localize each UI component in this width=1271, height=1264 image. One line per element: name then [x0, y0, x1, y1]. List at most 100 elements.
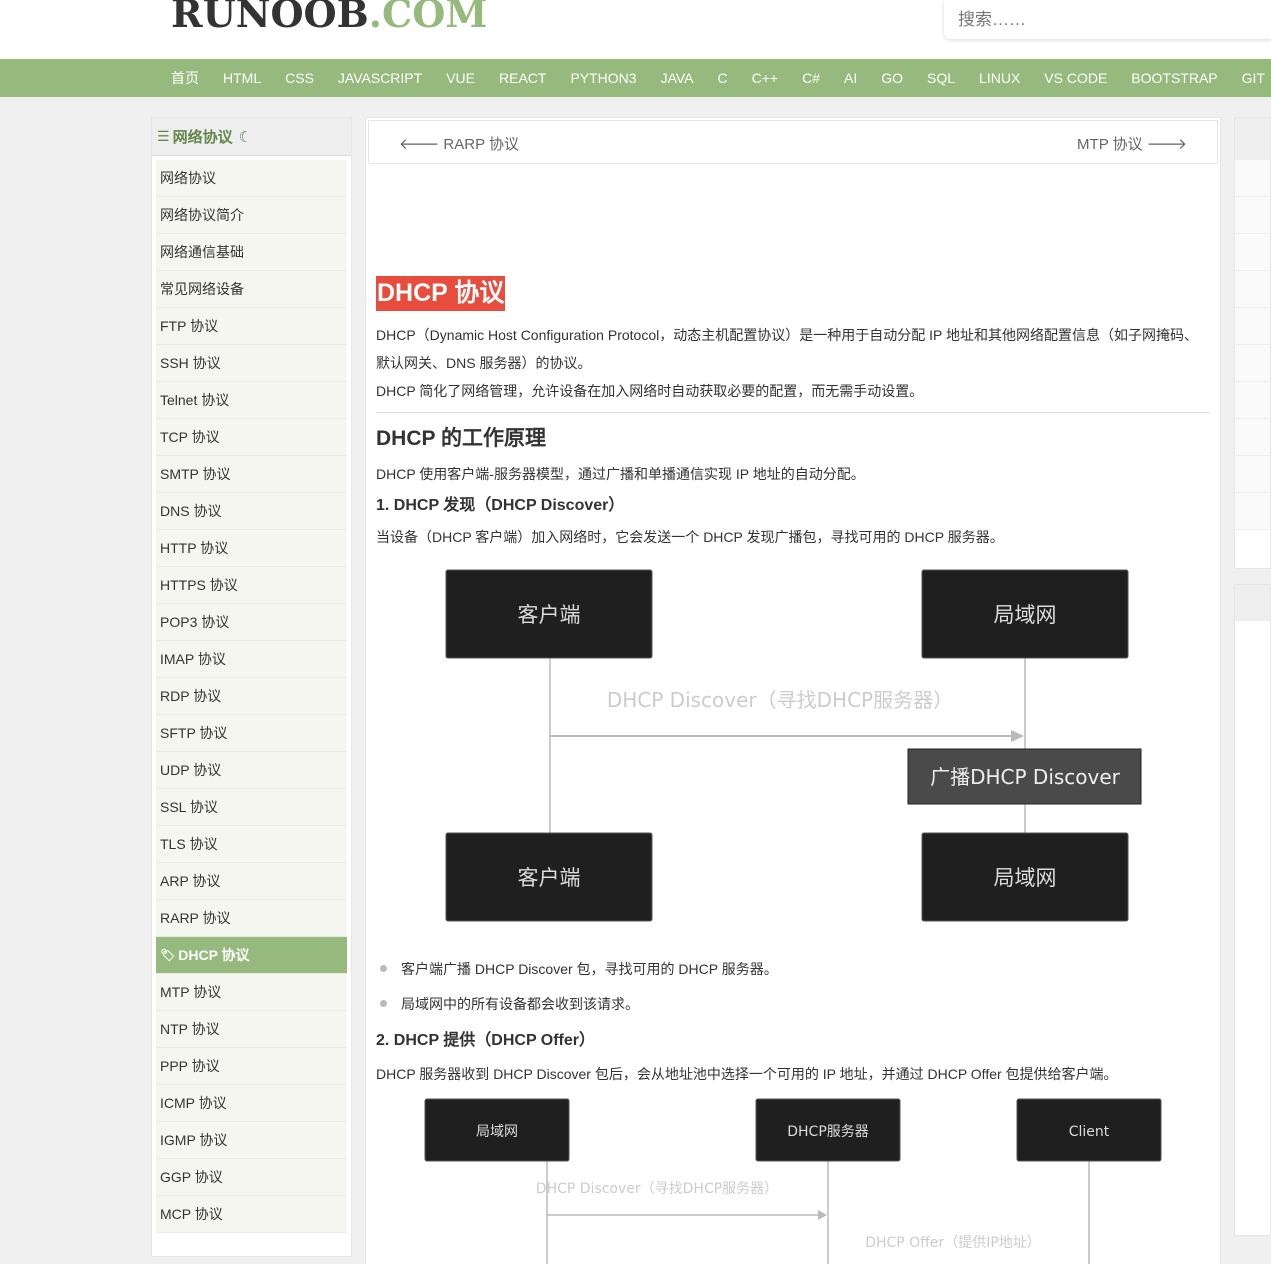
sidebar-item-label: RARP 协议 — [160, 910, 231, 926]
sidebar-item-label: PPP 协议 — [160, 1058, 220, 1074]
list-item — [1235, 493, 1270, 530]
sidebar-item[interactable]: NTP 协议 — [156, 1011, 347, 1048]
step1-heading: 1. DHCP 发现（DHCP Discover） — [376, 497, 625, 514]
sidebar-item[interactable]: ICMP 协议 — [156, 1085, 347, 1122]
nav-item-vue[interactable]: VUE — [434, 59, 487, 97]
sidebar-item[interactable]: 网络协议 — [156, 160, 347, 197]
sidebar-item[interactable]: Telnet 协议 — [156, 382, 347, 419]
actor-client-bottom: 客户端 — [445, 832, 653, 922]
actor-client-top: 客户端 — [445, 569, 653, 659]
nav-item-bootstrap[interactable]: BOOTSTRAP — [1119, 59, 1229, 97]
sidebar-item[interactable]: SFTP 协议 — [156, 715, 347, 752]
step1-bullets: 客户端广播 DHCP Discover 包，寻找可用的 DHCP 服务器。 局域… — [380, 951, 778, 1021]
moon-icon[interactable]: ☾ — [239, 128, 252, 146]
site-logo[interactable]: RUNOOB.COM — [171, 0, 487, 40]
sidebar-item[interactable]: SSL 协议 — [156, 789, 347, 826]
sidebar-item[interactable]: TLS 协议 — [156, 826, 347, 863]
sidebar-item-label: 网络通信基础 — [160, 244, 244, 260]
prev-label: RARP 协议 — [443, 136, 519, 153]
sidebar-item-label: IGMP 协议 — [160, 1132, 228, 1148]
next-link[interactable]: MTP 协议 🡒 — [1077, 133, 1187, 154]
sidebar-item[interactable]: 网络通信基础 — [156, 234, 347, 271]
nav-item-vscode[interactable]: VS CODE — [1032, 59, 1119, 97]
svg-text:DHCP服务器: DHCP服务器 — [787, 1124, 869, 1140]
step2-text: DHCP 服务器收到 DHCP Discover 包后，会从地址池中选择一个可用… — [376, 1066, 1118, 1082]
nav-item-javascript[interactable]: JAVASCRIPT — [326, 59, 434, 97]
sidebar-item[interactable]: SSH 协议 — [156, 345, 347, 382]
list-item — [1235, 456, 1270, 493]
search-box — [944, 0, 1271, 39]
sidebar-item[interactable]: UDP 协议 — [156, 752, 347, 789]
sidebar-item[interactable]: POP3 协议 — [156, 604, 347, 641]
sidebar-item[interactable]: IGMP 协议 — [156, 1122, 347, 1159]
sequence-diagram-discover: 客户端 局域网 DHCP Discover（寻找DHCP服务器） 广播DHCP … — [445, 569, 1142, 922]
sidebar: ☰ 网络协议 ☾ 网络协议 网络协议简介 网络通信基础 常见网络设备 FTP 协议 SSH… — [151, 117, 352, 1257]
bullet-icon — [380, 965, 387, 972]
sidebar-item[interactable]: 网络协议简介 — [156, 197, 347, 234]
sidebar-item[interactable]: 常见网络设备 — [156, 271, 347, 308]
sidebar-item[interactable]: FTP 协议 — [156, 308, 347, 345]
list-item — [1235, 345, 1270, 382]
nav-item-sql[interactable]: SQL — [915, 59, 967, 97]
sidebar-item[interactable]: TCP 协议 — [156, 419, 347, 456]
message-discover: DHCP Discover（寻找DHCP服务器） — [607, 688, 953, 712]
right-sidebar — [1234, 117, 1271, 569]
nav-item-html[interactable]: HTML — [211, 59, 273, 97]
sidebar-item-label: IMAP 协议 — [160, 651, 226, 667]
sidebar-item[interactable]: RDP 协议 — [156, 678, 347, 715]
sidebar-item[interactable]: MTP 协议 — [156, 974, 347, 1011]
sidebar-item-label: HTTPS 协议 — [160, 577, 238, 593]
sidebar-item-label: DHCP 协议 — [178, 947, 250, 963]
sidebar-item[interactable]: DNS 协议 — [156, 493, 347, 530]
logo-domain: .COM — [368, 0, 488, 36]
arrow-right-icon: 🡒 — [1146, 136, 1187, 153]
list-icon: ☰ — [157, 128, 170, 144]
nav-item-linux[interactable]: LINUX — [967, 59, 1032, 97]
nav-item-git[interactable]: GIT — [1230, 59, 1271, 97]
sidebar-item[interactable]: MCP 协议 — [156, 1196, 347, 1233]
bullet-text: 局域网中的所有设备都会收到该请求。 — [401, 995, 639, 1012]
nav-item-csharp[interactable]: C# — [790, 59, 832, 97]
sidebar-item-label: FTP 协议 — [160, 318, 219, 334]
prev-link[interactable]: 🡐 RARP 协议 — [399, 133, 519, 154]
sidebar-item-label: MCP 协议 — [160, 1206, 223, 1222]
nav-item-ai[interactable]: AI — [832, 59, 869, 97]
sidebar-item-label: Telnet 协议 — [160, 392, 230, 408]
sidebar-item[interactable]: ARP 协议 — [156, 863, 347, 900]
list-item — [1235, 382, 1270, 419]
sidebar-item-label: RDP 协议 — [160, 688, 222, 704]
bullet-text: 客户端广播 DHCP Discover 包，寻找可用的 DHCP 服务器。 — [401, 960, 778, 977]
list-item — [1235, 419, 1270, 456]
actor-lan-bottom: 局域网 — [921, 832, 1129, 922]
sidebar-item-label: TCP 协议 — [160, 429, 220, 445]
svg-text:广播DHCP Discover: 广播DHCP Discover — [930, 765, 1121, 789]
nav-item-c[interactable]: C — [706, 59, 740, 97]
sidebar-item-label: POP3 协议 — [160, 614, 230, 630]
sidebar-item[interactable]: SMTP 协议 — [156, 456, 347, 493]
sidebar-item[interactable]: IMAP 协议 — [156, 641, 347, 678]
sidebar-item[interactable]: RARP 协议 — [156, 900, 347, 937]
nav-item-python3[interactable]: PYTHON3 — [558, 59, 648, 97]
actor-lan-top: 局域网 — [921, 569, 1129, 659]
nav-item-css[interactable]: CSS — [273, 59, 326, 97]
sidebar-item-label: SMTP 协议 — [160, 466, 231, 482]
sidebar-item[interactable]: HTTPS 协议 — [156, 567, 347, 604]
sidebar-item-label: MTP 协议 — [160, 984, 222, 1000]
sidebar-item[interactable]: GGP 协议 — [156, 1159, 347, 1196]
sidebar-item[interactable]: HTTP 协议 — [156, 530, 347, 567]
nav-item-java[interactable]: JAVA — [649, 59, 706, 97]
sidebar-item-label: TLS 协议 — [160, 836, 218, 852]
nav-item-home[interactable]: 首页 — [159, 59, 211, 97]
sidebar-item-label: HTTP 协议 — [160, 540, 229, 556]
nav-item-react[interactable]: REACT — [487, 59, 558, 97]
sidebar-item[interactable]: 🏷 DHCP 协议 — [156, 937, 347, 974]
sidebar-item-label: 网络协议简介 — [160, 207, 244, 223]
svg-text:局域网: 局域网 — [994, 603, 1057, 627]
sidebar-item[interactable]: PPP 协议 — [156, 1048, 347, 1085]
svg-text:客户端: 客户端 — [518, 603, 581, 627]
actor-client: Client — [1016, 1098, 1162, 1162]
sidebar-item-label: DNS 协议 — [160, 503, 222, 519]
search-input[interactable] — [944, 0, 1271, 39]
nav-item-go[interactable]: GO — [869, 59, 915, 97]
nav-item-cpp[interactable]: C++ — [740, 59, 790, 97]
